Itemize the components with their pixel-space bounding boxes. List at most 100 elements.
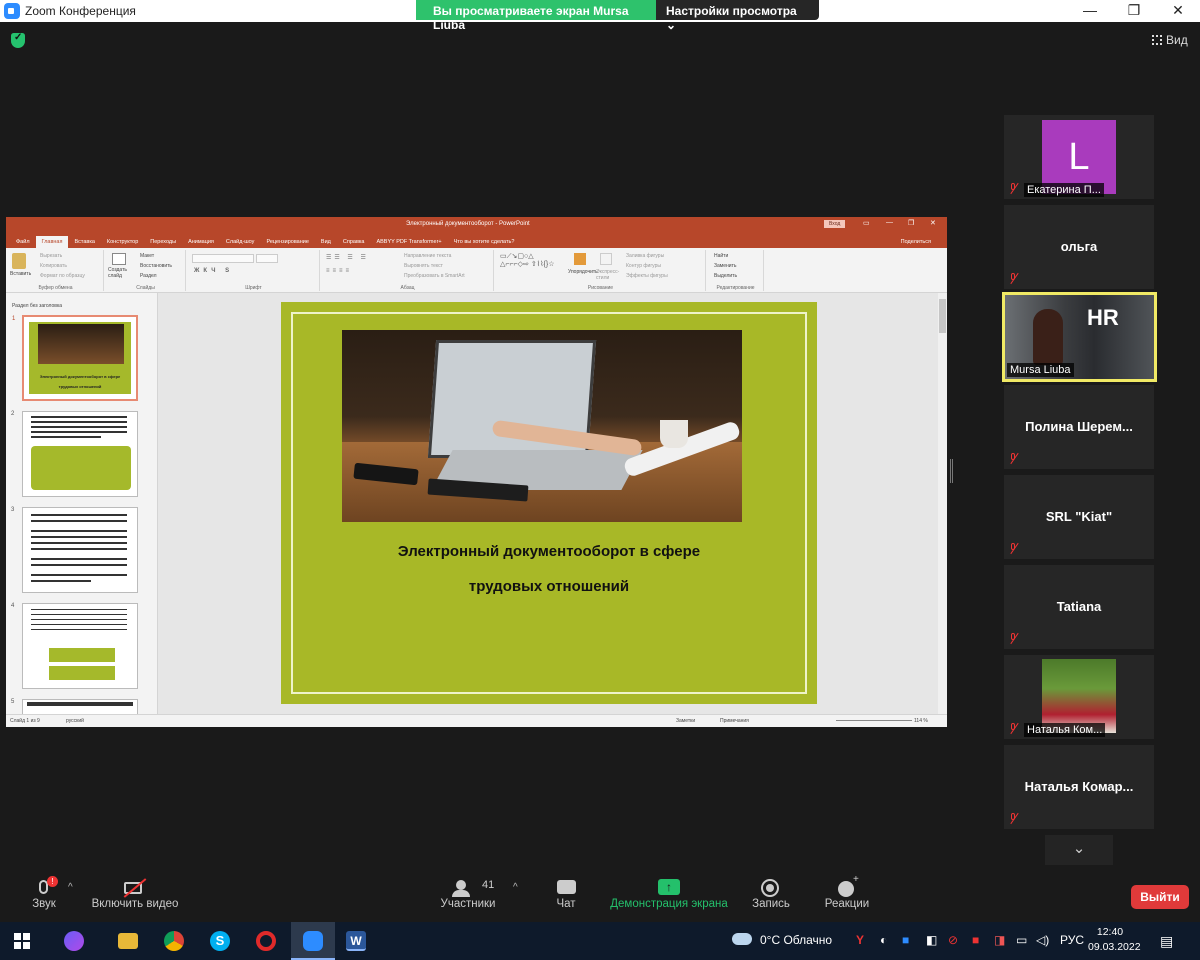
thumbnail-table-header: [27, 702, 133, 706]
shield-tray-icon[interactable]: ◧: [926, 933, 937, 947]
recording-tray-icon[interactable]: ■: [972, 933, 979, 947]
thumbnail-text-line: [31, 558, 127, 560]
input-language[interactable]: РУС: [1060, 933, 1084, 947]
ppt-ribbon-tabs: Файл Главная Вставка Конструктор Переход…: [6, 232, 947, 248]
close-button[interactable]: ✕: [1156, 0, 1200, 22]
participants-icon: 41: [436, 868, 500, 898]
thumbnail-text-line: [31, 542, 127, 544]
arrange-icon: [574, 253, 586, 265]
avatar-photo: [1042, 659, 1116, 733]
muted-mic-icon: [1008, 722, 1019, 735]
participant-tile[interactable]: L Екатерина П...: [1004, 115, 1154, 199]
slide-thumbnail: 2: [11, 411, 138, 497]
thumbnail-text-line: [31, 431, 127, 433]
zoom-tray-icon[interactable]: ■: [902, 933, 909, 947]
ppt-ribbon-display-icon: ▭: [863, 220, 870, 227]
network-icon[interactable]: ▭: [1016, 933, 1027, 947]
maximize-button[interactable]: ❐: [1112, 0, 1156, 22]
thumbnail-text-line: [31, 416, 127, 418]
thumbnail-text-line: [31, 536, 127, 538]
view-options-button[interactable]: Настройки просмотра ⌄: [656, 0, 819, 32]
leave-meeting-button[interactable]: Выйти: [1131, 885, 1189, 909]
participants-button[interactable]: 41 Участники: [436, 868, 500, 910]
zoom-app-icon: [4, 3, 20, 19]
arrange-label: Упорядочить: [568, 269, 598, 275]
audio-options-caret-icon[interactable]: ^: [68, 882, 73, 893]
participant-name: SRL "Kiat": [1045, 509, 1113, 524]
yandex-icon[interactable]: Y: [856, 933, 864, 947]
opera-icon[interactable]: [256, 931, 276, 951]
chrome-icon[interactable]: [164, 931, 184, 951]
ppt-tab: Слайд-шоу: [225, 239, 255, 245]
volume-icon[interactable]: ◁): [1036, 933, 1049, 947]
ppt-tab-active: Главная: [35, 236, 69, 248]
antivirus-tray-icon[interactable]: ⊘: [948, 933, 958, 947]
section-header: Раздел без заголовка: [12, 303, 63, 309]
thumbnail-text-line: [31, 426, 127, 428]
participant-tile[interactable]: Tatiana: [1004, 565, 1154, 649]
zoom-slider: [836, 720, 912, 721]
start-video-button[interactable]: Включить видео: [86, 868, 184, 910]
participant-tile[interactable]: Наталья Ком...: [1004, 655, 1154, 739]
slide-number: 4: [11, 603, 15, 609]
audio-label: Звук: [32, 898, 56, 910]
muted-mic-icon: [1008, 182, 1019, 195]
speaker-silhouette: [1033, 309, 1063, 365]
audio-button[interactable]: ! Звук: [22, 868, 66, 910]
view-button[interactable]: Вид: [1152, 33, 1188, 47]
ppt-tell-me: Что вы хотите сделать?: [453, 239, 515, 245]
participant-tile-active-speaker[interactable]: HR Mursa Liuba: [1002, 292, 1157, 382]
participant-tile[interactable]: Наталья Комар...: [1004, 745, 1154, 829]
windows-start-icon[interactable]: [14, 933, 30, 949]
comments-button: Примечания: [720, 718, 749, 724]
share-screen-button[interactable]: ↑ Демонстрация экрана: [606, 868, 732, 910]
quick-styles-icon: [600, 253, 612, 265]
microphone-icon: !: [22, 868, 66, 898]
zoom-icon: [303, 931, 323, 951]
word-icon[interactable]: W: [346, 931, 366, 951]
participant-tile[interactable]: SRL "Kiat": [1004, 475, 1154, 559]
text-direction-label: Направление текста: [404, 253, 452, 259]
participant-name: ольга: [1060, 239, 1098, 254]
shared-screen: Электронный документооборот - PowerPoint…: [6, 217, 947, 727]
zoom-taskbar-active[interactable]: [291, 922, 335, 960]
share-screen-label: Демонстрация экрана: [610, 898, 728, 910]
weather-text[interactable]: 0°C Облачно: [760, 933, 832, 947]
reset-label: Восстановить: [140, 263, 173, 269]
thumbnail-box: [49, 666, 115, 680]
handshake-laptop-image: [342, 330, 742, 522]
ppt-minimize-icon: —: [886, 219, 893, 226]
slide-thumbnail: 3: [11, 507, 138, 593]
file-explorer-icon[interactable]: [118, 933, 138, 949]
skype-icon[interactable]: S: [210, 931, 230, 951]
find-label: Найти: [714, 253, 729, 259]
alice-assistant-icon[interactable]: [64, 931, 84, 951]
language-status: русский: [66, 718, 84, 724]
thumbnail-text-line: [31, 609, 127, 610]
layout-label: Макет: [140, 253, 155, 259]
chat-button[interactable]: Чат: [546, 868, 586, 910]
system-clock[interactable]: 12:40 09.03.2022: [1088, 925, 1141, 955]
participant-tile[interactable]: ольга: [1004, 205, 1154, 289]
gallery-next-page-button[interactable]: ⌄: [1045, 835, 1113, 865]
quick-styles-label: Экспресс-стили: [596, 269, 620, 281]
replace-label: Заменить: [714, 263, 737, 269]
split-handle[interactable]: [950, 459, 953, 483]
list-icons: ☰☰ ☰ ☰: [326, 255, 369, 261]
font-size-box: [256, 254, 278, 263]
chevron-down-icon: ⌄: [1072, 840, 1086, 857]
participants-count: 41: [482, 879, 495, 891]
minimize-button[interactable]: —: [1068, 0, 1112, 22]
security-shield-icon[interactable]: [11, 32, 25, 48]
notifications-icon[interactable]: ▤: [1160, 933, 1173, 950]
reactions-button[interactable]: + Реакции: [818, 868, 876, 910]
viewing-screen-label: Вы просматриваете экран Mursa Liuba: [416, 0, 656, 32]
participants-options-caret-icon[interactable]: ^: [513, 882, 518, 893]
align-icons: ≡≡≡≡: [326, 268, 353, 274]
tray-app-icon[interactable]: ◐: [880, 933, 887, 947]
ppt-tab: Рецензирование: [266, 239, 309, 245]
office-tray-icon[interactable]: ◨: [994, 933, 1005, 947]
editing-group-label: Редактирование: [716, 285, 755, 291]
record-button[interactable]: Запись: [746, 868, 796, 910]
participant-tile[interactable]: Полина Шерем...: [1004, 385, 1154, 469]
